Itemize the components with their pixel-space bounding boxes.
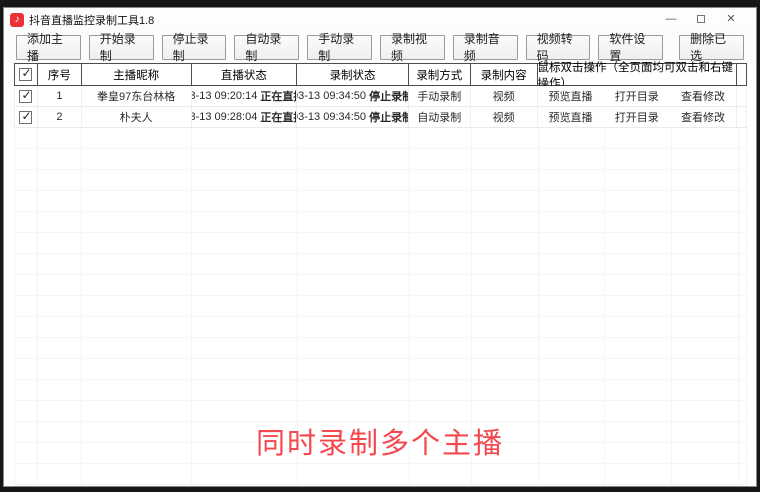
delete-selected-button[interactable]: 删除已选 [679, 35, 744, 60]
select-all-checkbox[interactable] [19, 68, 32, 81]
row-nickname: 拳皇97东台林格 [81, 86, 191, 106]
row-nickname: 朴夫人 [81, 107, 191, 127]
manual-record-button[interactable]: 手动录制 [307, 35, 372, 60]
window-controls: — ✕ [656, 8, 746, 31]
row-record-status: 03-13 09:34:50 停止录制 [296, 86, 408, 106]
record-status-label: 停止录制 [369, 109, 408, 125]
col-header-record-status[interactable]: 录制状态 [296, 64, 408, 85]
view-modify-link[interactable]: 查看修改 [670, 109, 736, 125]
record-time: 03-13 09:34:50 [296, 111, 366, 123]
col-header-mouse-ops[interactable]: 鼠标双击操作（全页面均可双击和右键操作） [537, 64, 736, 85]
col-header-record-mode[interactable]: 录制方式 [408, 64, 470, 85]
add-streamer-button[interactable]: 添加主播 [16, 35, 81, 60]
row-checkbox[interactable] [19, 111, 32, 124]
row-live-status: 03-13 09:20:14 正在直播 [191, 86, 297, 106]
row-live-status: 03-13 09:28:04 正在直播 [191, 107, 297, 127]
record-time: 03-13 09:34:50 [296, 90, 366, 102]
screen: ♪ 抖音直播监控录制工具1.8 — ✕ 添加主播 开始录制 停止录制 自动录制 … [0, 0, 760, 492]
row-index: 1 [37, 86, 81, 106]
live-time: 03-13 09:20:14 [191, 90, 258, 102]
row-record-content: 视频 [470, 107, 537, 127]
maximize-icon [697, 15, 705, 23]
preview-live-link[interactable]: 预览直播 [538, 88, 604, 104]
software-settings-button[interactable]: 软件设置 [598, 35, 663, 60]
window-title: 抖音直播监控录制工具1.8 [29, 12, 154, 28]
record-audio-button[interactable]: 录制音频 [453, 35, 518, 60]
record-video-button[interactable]: 录制视频 [380, 35, 445, 60]
app-logo-icon: ♪ [10, 13, 24, 27]
open-directory-link[interactable]: 打开目录 [604, 88, 670, 104]
live-status-label: 正在直播 [260, 109, 296, 125]
video-transcode-button[interactable]: 视频转码 [526, 35, 591, 60]
row-actions: 预览直播 打开目录 查看修改 [537, 86, 736, 106]
maximize-button[interactable] [686, 8, 716, 31]
table-row[interactable]: 1 拳皇97东台林格 03-13 09:20:14 正在直播 03-13 09:… [14, 86, 747, 107]
title-bar: ♪ 抖音直播监控录制工具1.8 — ✕ [4, 8, 756, 31]
col-header-index[interactable]: 序号 [37, 64, 81, 85]
col-header-record-content[interactable]: 录制内容 [470, 64, 537, 85]
view-modify-link[interactable]: 查看修改 [670, 88, 736, 104]
row-select-cell [14, 86, 37, 106]
minimize-button[interactable]: — [656, 8, 686, 31]
row-index: 2 [37, 107, 81, 127]
start-recording-button[interactable]: 开始录制 [89, 35, 154, 60]
col-header-nickname[interactable]: 主播昵称 [81, 64, 191, 85]
row-record-mode: 手动录制 [408, 86, 470, 106]
empty-grid [14, 128, 747, 485]
live-status-label: 正在直播 [260, 88, 296, 104]
table-row[interactable]: 2 朴夫人 03-13 09:28:04 正在直播 03-13 09:34:50… [14, 107, 747, 128]
record-status-label: 停止录制 [369, 88, 408, 104]
row-record-content: 视频 [470, 86, 537, 106]
open-directory-link[interactable]: 打开目录 [604, 109, 670, 125]
table-header-row: 序号 主播昵称 直播状态 录制状态 录制方式 录制内容 鼠标双击操作（全页面均可… [14, 63, 747, 86]
row-end-cell [736, 86, 747, 106]
row-select-cell [14, 107, 37, 127]
row-record-mode: 自动录制 [408, 107, 470, 127]
col-header-select[interactable] [14, 64, 37, 85]
streamer-table: 序号 主播昵称 直播状态 录制状态 录制方式 录制内容 鼠标双击操作（全页面均可… [14, 63, 747, 485]
app-window: ♪ 抖音直播监控录制工具1.8 — ✕ 添加主播 开始录制 停止录制 自动录制 … [3, 7, 757, 487]
close-button[interactable]: ✕ [716, 8, 746, 31]
auto-record-button[interactable]: 自动录制 [234, 35, 299, 60]
col-header-end [736, 64, 747, 85]
row-checkbox[interactable] [19, 90, 32, 103]
row-record-status: 03-13 09:34:50 停止录制 [296, 107, 408, 127]
row-actions: 预览直播 打开目录 查看修改 [537, 107, 736, 127]
col-header-live-status[interactable]: 直播状态 [191, 64, 297, 85]
preview-live-link[interactable]: 预览直播 [538, 109, 604, 125]
live-time: 03-13 09:28:04 [191, 111, 258, 123]
row-end-cell [736, 107, 747, 127]
stop-recording-button[interactable]: 停止录制 [162, 35, 227, 60]
